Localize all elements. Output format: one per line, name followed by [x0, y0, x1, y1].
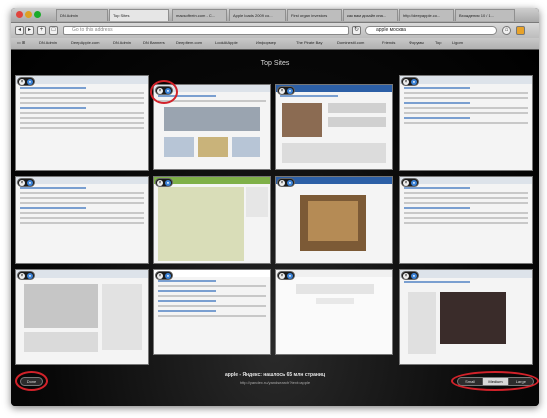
bookmark-item[interactable]: Top	[435, 40, 441, 45]
tab-label: http://deepapple.co...	[403, 13, 441, 18]
bookmark-item[interactable]: Friends	[382, 40, 395, 45]
rss-icon[interactable]	[516, 26, 525, 35]
minimize-window-icon[interactable]	[25, 11, 32, 18]
bookmarks-bar: ▭ ⊞ DN Admin DeepApple.com DN Admin DN B…	[11, 38, 539, 50]
site-thumbnail[interactable]	[15, 75, 149, 171]
thumbnail-controls: × ●	[277, 178, 295, 187]
zoom-window-icon[interactable]	[34, 11, 41, 18]
browser-window: DN Admin Top Sites macsoftrein.com - C..…	[11, 8, 539, 406]
site-thumbnail[interactable]	[399, 75, 533, 171]
tab-design[interactable]: как вам дизайн ипа...	[343, 9, 398, 21]
bookmark-item[interactable]: DeepApple.com	[71, 40, 99, 45]
site-thumbnail[interactable]	[275, 84, 393, 170]
bookmark-item[interactable]: The Pirate Bay	[296, 40, 322, 45]
bookmark-item[interactable]: DeepItem.com	[176, 40, 202, 45]
pin-site-icon[interactable]: ●	[27, 180, 33, 186]
site-thumbnail[interactable]	[15, 176, 149, 264]
site-thumbnail[interactable]	[399, 176, 533, 264]
tab-label: Apple loads 2009 co...	[233, 13, 273, 18]
tab-label: DN Admin	[60, 13, 79, 18]
tab-label: Вхождения 10 / 1...	[459, 13, 495, 18]
top-sites-title: Top Sites	[260, 60, 290, 67]
thumbnail-controls: × ●	[17, 77, 35, 86]
site-thumbnail[interactable]	[15, 269, 149, 365]
remove-site-icon[interactable]: ×	[403, 273, 409, 279]
page-icon[interactable]: □	[49, 26, 58, 35]
thumbnail-controls: × ●	[277, 271, 295, 280]
tab-label: First organ investors	[291, 13, 328, 18]
tab-label: macsoftrein.com - C...	[176, 13, 216, 18]
site-thumbnail[interactable]	[153, 269, 271, 355]
remove-site-icon[interactable]: ×	[19, 180, 25, 186]
bookmark-item[interactable]: LookAtApple	[215, 40, 238, 45]
tab-apple-loads[interactable]: Apple loads 2009 co...	[229, 9, 286, 21]
remove-site-icon[interactable]: ×	[157, 180, 163, 186]
pin-site-icon[interactable]: ●	[165, 273, 171, 279]
address-placeholder: Go to this address	[72, 27, 113, 33]
tab-dn-admin[interactable]: DN Admin	[56, 9, 108, 21]
tab-deepapple[interactable]: http://deepapple.co...	[399, 9, 454, 21]
tab-vkhozhdeniya[interactable]: Вхождения 10 / 1...	[455, 9, 515, 21]
thumbnail-controls: × ●	[401, 77, 419, 86]
bookmark-item[interactable]: DN Admin	[39, 40, 57, 45]
bookmark-item[interactable]: Информер	[256, 40, 276, 45]
highlight-circle-controls	[150, 80, 178, 104]
remove-site-icon[interactable]: ×	[279, 273, 285, 279]
pin-site-icon[interactable]: ●	[411, 273, 417, 279]
pin-site-icon[interactable]: ●	[27, 273, 33, 279]
bookmark-item[interactable]: Форумы	[409, 40, 424, 45]
close-window-icon[interactable]	[16, 11, 23, 18]
navigation-toolbar: ◂ ▸ + □ Go to this address ↻ apple москв…	[11, 23, 539, 38]
home-icon[interactable]: ⌂	[502, 26, 511, 35]
tab-bar: DN Admin Top Sites macsoftrein.com - C..…	[11, 8, 539, 23]
highlight-circle-size	[451, 371, 539, 391]
thumbnail-controls: × ●	[401, 271, 419, 280]
remove-site-icon[interactable]: ×	[19, 79, 25, 85]
pin-site-icon[interactable]: ●	[165, 180, 171, 186]
top-sites-view: Top Sites × ● × ● × ● × ● × ● × ● × ● × …	[11, 50, 539, 406]
remove-site-icon[interactable]: ×	[403, 79, 409, 85]
remove-site-icon[interactable]: ×	[157, 273, 163, 279]
bookmark-item[interactable]: DN Banners	[143, 40, 165, 45]
remove-site-icon[interactable]: ×	[279, 180, 285, 186]
remove-site-icon[interactable]: ×	[19, 273, 25, 279]
pin-site-icon[interactable]: ●	[411, 79, 417, 85]
back-arrow-icon[interactable]: ◂	[15, 26, 24, 35]
tab-top-sites[interactable]: Top Sites	[109, 9, 169, 21]
pin-site-icon[interactable]: ●	[287, 88, 293, 94]
remove-site-icon[interactable]: ×	[403, 180, 409, 186]
remove-site-icon[interactable]: ×	[279, 88, 285, 94]
tab-first-organ[interactable]: First organ investors	[287, 9, 342, 21]
forward-arrow-icon[interactable]: ▸	[25, 26, 34, 35]
pin-site-icon[interactable]: ●	[27, 79, 33, 85]
bookmark-item[interactable]: Ligom	[452, 40, 463, 45]
thumbnail-controls: × ●	[277, 86, 295, 95]
highlight-circle-done	[15, 371, 48, 391]
pin-site-icon[interactable]: ●	[287, 180, 293, 186]
address-field[interactable]: Go to this address	[63, 26, 349, 35]
pin-site-icon[interactable]: ●	[411, 180, 417, 186]
bookmark-item[interactable]: Dominestil.com	[337, 40, 364, 45]
pin-site-icon[interactable]: ●	[287, 273, 293, 279]
reload-icon[interactable]: ↻	[352, 26, 361, 35]
thumbnail-controls: × ●	[17, 271, 35, 280]
tab-macsoftrein[interactable]: macsoftrein.com - C...	[172, 9, 227, 21]
site-thumbnail[interactable]	[275, 269, 393, 355]
thumbnail-controls: × ●	[401, 178, 419, 187]
site-thumbnail[interactable]	[153, 176, 271, 264]
site-thumbnail[interactable]	[399, 269, 533, 365]
site-thumbnail[interactable]	[275, 176, 393, 264]
thumbnail-controls: × ●	[17, 178, 35, 187]
search-field[interactable]: apple москва	[365, 26, 497, 35]
bookmark-item[interactable]: DN Admin	[113, 40, 131, 45]
search-value: apple москва	[376, 27, 406, 33]
add-bookmark-icon[interactable]: +	[37, 26, 46, 35]
thumbnail-controls: × ●	[155, 178, 173, 187]
tab-label: как вам дизайн ипа...	[347, 13, 387, 18]
tab-label: Top Sites	[113, 13, 130, 18]
thumbnail-controls: × ●	[155, 271, 173, 280]
bookmarks-book-icon[interactable]: ▭ ⊞	[17, 40, 25, 45]
